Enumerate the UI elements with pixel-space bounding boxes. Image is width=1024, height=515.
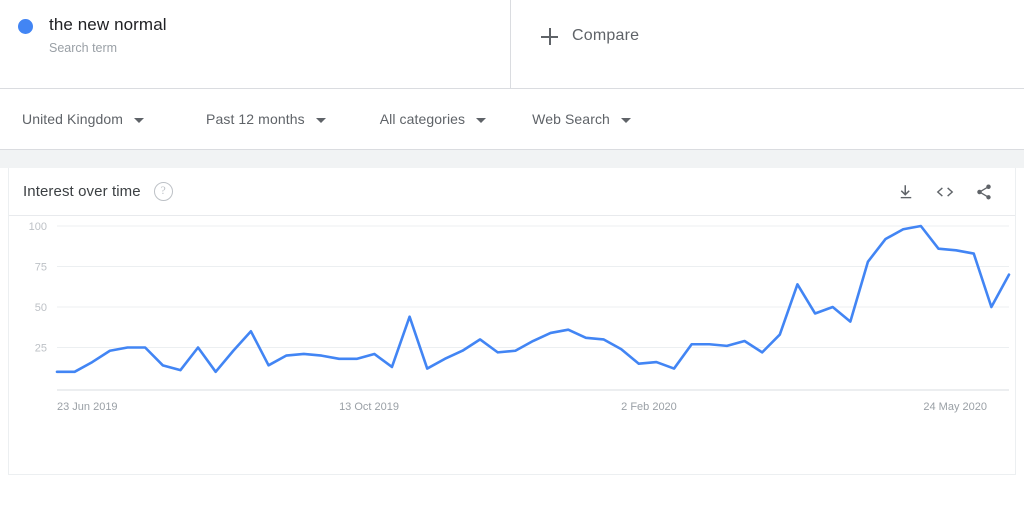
filter-location[interactable]: United Kingdom [22,111,145,127]
chevron-down-icon [134,117,145,123]
filter-location-label: United Kingdom [22,111,124,127]
search-term-text: the new normal Search term [49,14,167,57]
search-term-card[interactable]: the new normal Search term [0,0,511,88]
chart-plot-area: 25 50 75 100 23 Jun 2019 13 Oct 2019 2 Feb 202… [9,216,1015,474]
filter-category-label: All categories [379,111,466,127]
filter-time-range-label: Past 12 months [206,111,305,127]
embed-code-icon[interactable] [935,183,955,201]
trend-line[interactable] [55,224,1011,374]
page-footer-space [0,475,1024,515]
x-axis-tick-label: 2 Feb 2020 [621,401,677,413]
chevron-down-icon [620,117,631,123]
search-term-title: the new normal [49,15,167,34]
y-axis-tick-label: 100 [29,221,47,233]
interest-over-time-card: Interest over time ? 25 50 75 100 23 Jun 201… [8,168,1016,475]
plus-icon [541,28,558,45]
filter-time-range[interactable]: Past 12 months [206,111,326,127]
x-axis-tick-label: 24 May 2020 [923,401,987,413]
x-axis-tick-label: 13 Oct 2019 [339,401,399,413]
search-term-bar: the new normal Search term Compare [0,0,1024,89]
search-term-subtitle: Search term [49,41,118,55]
share-icon[interactable] [975,183,993,201]
section-divider [0,150,1024,168]
y-axis-tick-label: 50 [35,302,47,314]
y-axis-tick-label: 25 [35,343,47,355]
help-icon[interactable]: ? [153,182,173,201]
x-axis-tick-label: 23 Jun 2019 [57,401,118,413]
filter-bar: United Kingdom Past 12 months All catego… [0,89,1024,150]
y-axis-tick-label: 75 [35,262,47,274]
compare-label: Compare [572,27,640,44]
card-title: Interest over time [23,183,141,200]
filter-search-type-label: Web Search [532,111,610,127]
card-actions [897,183,1001,201]
chevron-down-icon [476,117,487,123]
compare-button[interactable]: Compare [511,0,1024,88]
filter-category[interactable]: All categories [379,111,487,127]
filter-search-type[interactable]: Web Search [532,111,631,127]
chevron-down-icon [315,117,326,123]
interest-over-time-chart[interactable]: 25 50 75 100 23 Jun 2019 13 Oct 2019 2 Feb 202… [9,216,1015,474]
card-header: Interest over time ? [9,168,1015,216]
series-color-dot [18,19,33,34]
download-icon[interactable] [897,183,915,201]
